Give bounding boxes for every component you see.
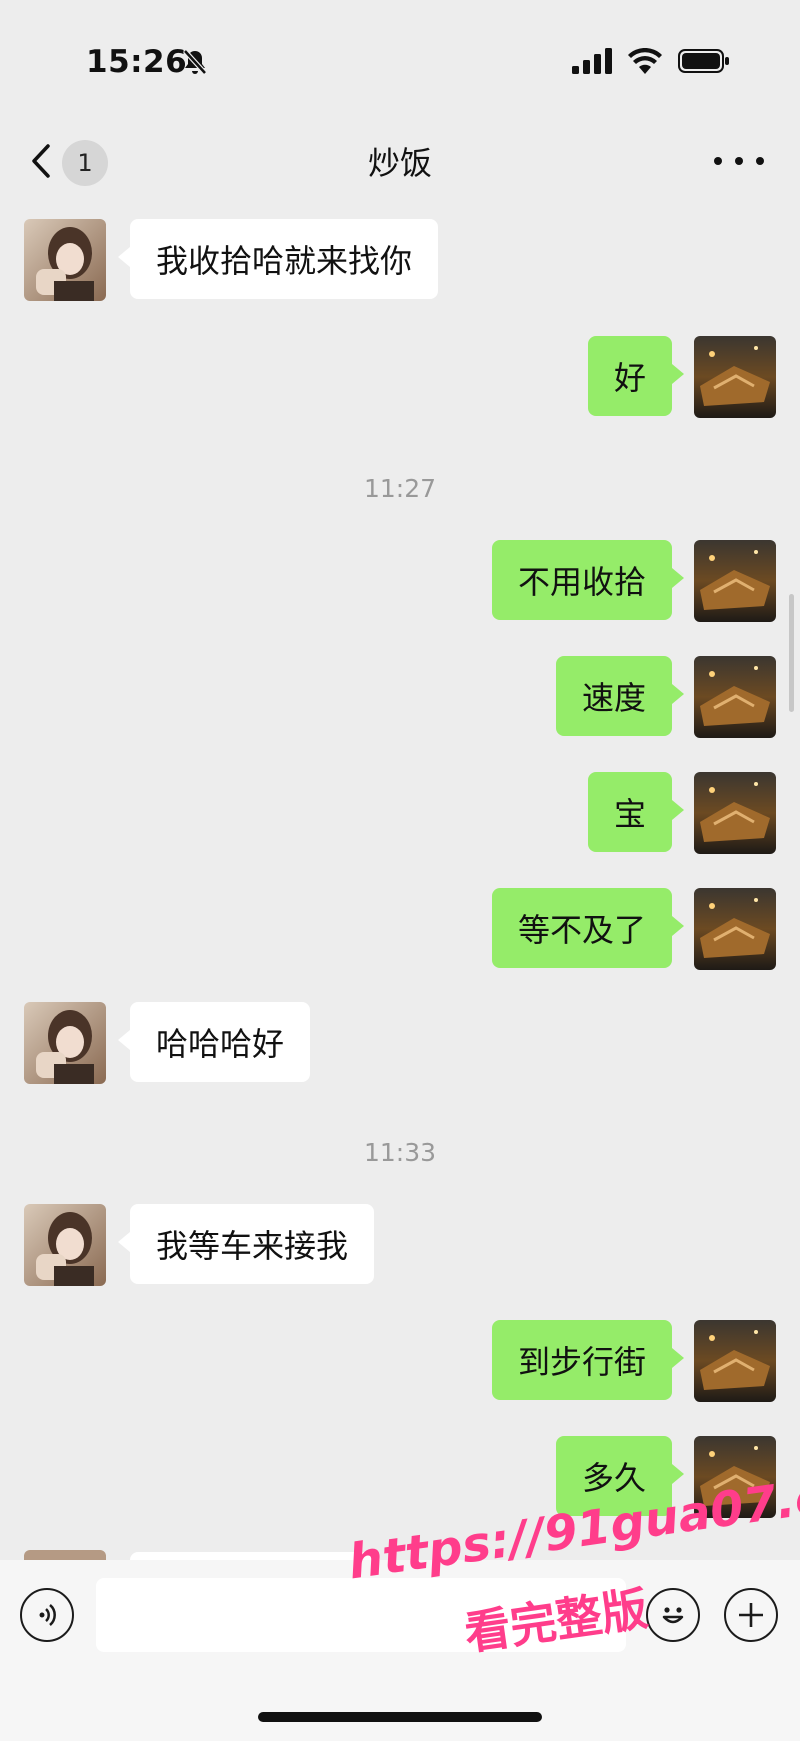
message-bubble[interactable]: 宝 [587,772,685,852]
partial-message-bubble [130,1552,380,1560]
message-bubble[interactable]: 不用收拾 [491,540,685,620]
contact-avatar[interactable] [24,1002,106,1084]
partial-contact-avatar [24,1550,106,1560]
user-avatar[interactable] [694,656,776,738]
chat-title: 炒饭 [367,144,432,182]
time-separator: 11:33 [363,1138,437,1167]
message-bubble[interactable]: 哈哈哈好 [117,1002,311,1082]
wifi-icon [628,47,662,78]
message-bubble[interactable]: 我收拾哈就来找你 [117,219,439,299]
message-bubble[interactable]: 好 [587,336,685,416]
signal-icon [572,48,612,78]
user-avatar[interactable] [694,888,776,970]
plus-icon[interactable] [724,1588,778,1642]
user-avatar[interactable] [694,1320,776,1402]
voice-icon[interactable] [20,1588,74,1642]
message-outgoing: 等不及了 [0,888,800,970]
chat-area[interactable]: 我收拾哈就来找你 好 11:27 不用收拾 速度 宝 等不及了 哈哈哈好 11:… [0,204,800,1560]
user-avatar[interactable] [694,540,776,622]
contact-avatar[interactable] [24,1204,106,1286]
message-bubble[interactable]: 到步行街 [491,1320,685,1400]
bell-slash-icon [182,48,208,80]
user-avatar[interactable] [694,772,776,854]
user-avatar[interactable] [694,336,776,418]
time-separator: 11:27 [363,474,437,503]
more-dots-icon[interactable] [714,146,764,176]
emoji-icon[interactable] [646,1588,700,1642]
message-incoming: 我等车来接我 [0,1204,800,1286]
message-bubble[interactable]: 我等车来接我 [117,1204,375,1284]
message-bubble[interactable]: 速度 [555,656,685,736]
status-icons [572,47,730,78]
message-bubble[interactable]: 等不及了 [491,888,685,968]
nav-bar: 1 炒饭 [0,120,800,204]
status-time: 15:26 [86,44,188,80]
scrollbar[interactable] [789,594,794,712]
message-outgoing: 不用收拾 [0,540,800,622]
contact-avatar[interactable] [24,219,106,301]
message-outgoing: 到步行街 [0,1320,800,1402]
battery-icon [678,48,730,78]
message-outgoing: 宝 [0,772,800,854]
message-outgoing: 好 [0,336,800,418]
message-outgoing: 速度 [0,656,800,738]
message-incoming: 哈哈哈好 [0,1002,800,1084]
home-indicator [258,1712,542,1722]
status-bar: 15:26 [0,0,800,120]
message-incoming: 我收拾哈就来找你 [0,219,800,301]
